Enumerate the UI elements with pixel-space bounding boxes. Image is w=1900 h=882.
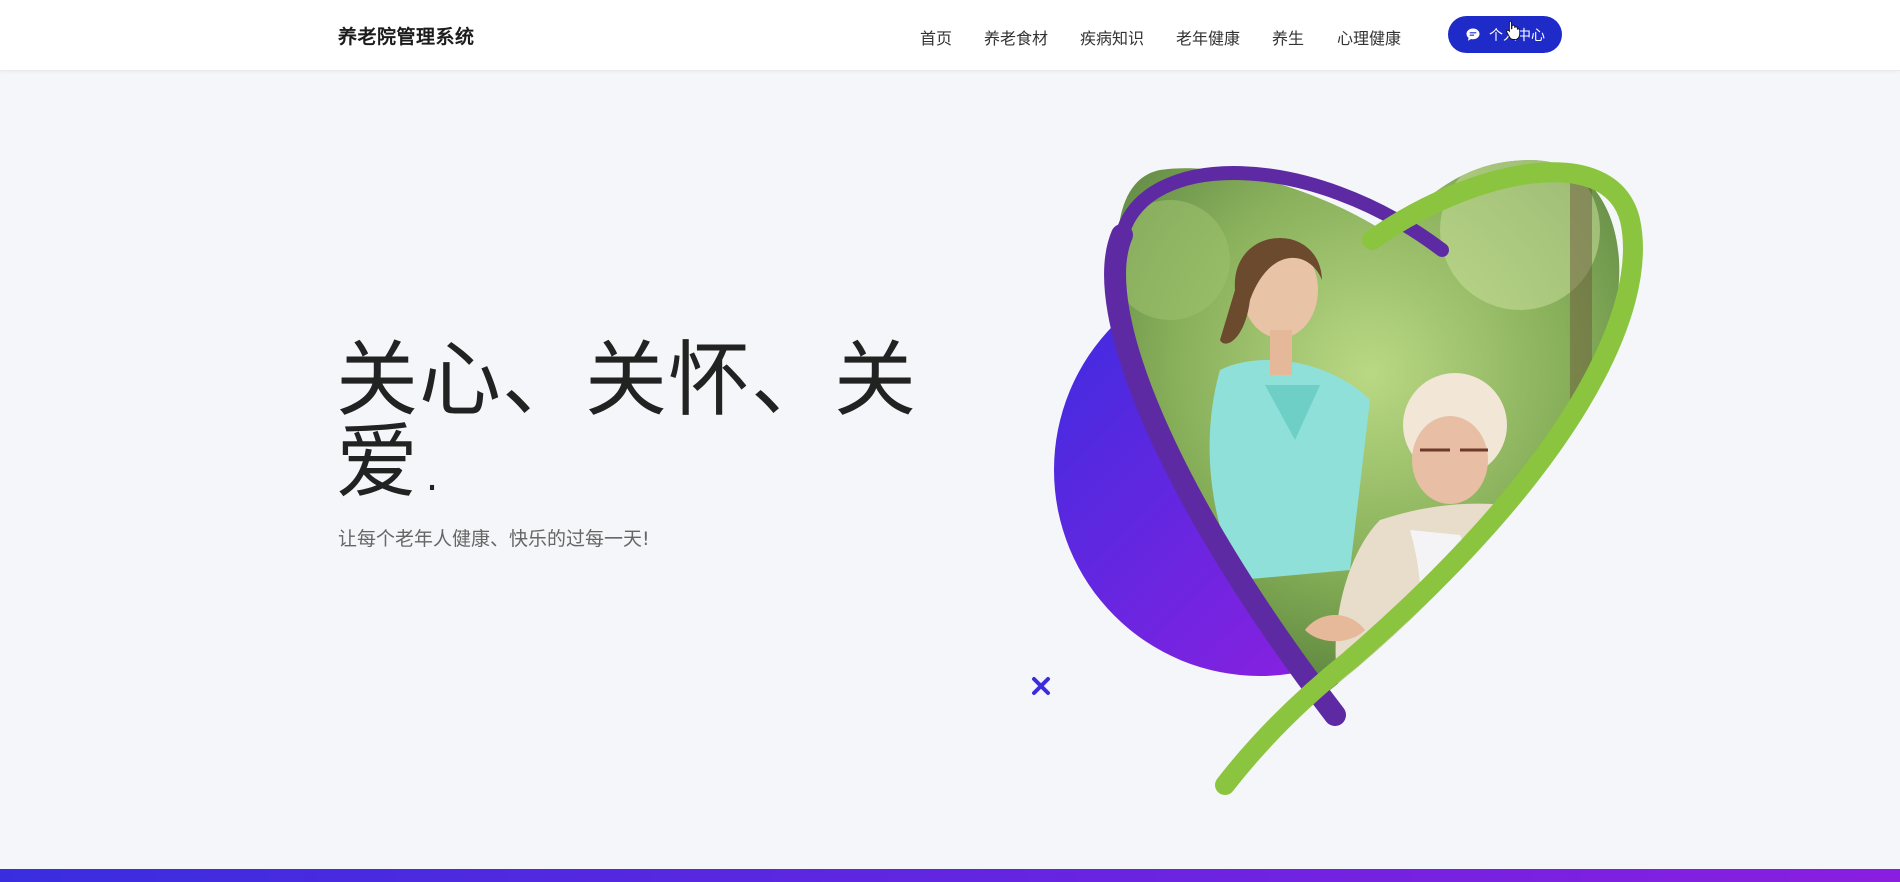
hero-headline-line1: 关心、关怀、关 <box>336 333 918 428</box>
nav-item-home[interactable]: 首页 <box>920 25 952 49</box>
hero-subtitle: 让每个老年人健康、快乐的过每一天! <box>338 528 650 550</box>
nav-item-wellness[interactable]: 养生 <box>1272 25 1304 49</box>
user-center-button[interactable]: 个人中心 <box>1448 16 1562 53</box>
hero-illustration <box>1054 160 1643 795</box>
nav-item-food[interactable]: 养老食材 <box>984 25 1048 49</box>
chat-icon <box>1466 28 1480 41</box>
hero-headline-line2: 爱. <box>336 415 447 510</box>
bottom-accent-bar <box>0 869 1900 882</box>
top-navbar: 养老院管理系统 首页 养老食材 疾病知识 老年健康 养生 心理健康 个人中心 <box>0 0 1900 71</box>
hand-cursor-icon <box>1506 20 1520 40</box>
hero-headline: 关心、关怀、关 爱. <box>336 340 956 504</box>
nav-item-disease[interactable]: 疾病知识 <box>1080 25 1144 49</box>
main-nav: 首页 养老食材 疾病知识 老年健康 养生 心理健康 <box>0 25 1900 49</box>
close-icon[interactable] <box>1030 675 1052 697</box>
nav-item-mental-health[interactable]: 心理健康 <box>1337 25 1401 49</box>
nav-item-elderly-health[interactable]: 老年健康 <box>1176 25 1240 49</box>
